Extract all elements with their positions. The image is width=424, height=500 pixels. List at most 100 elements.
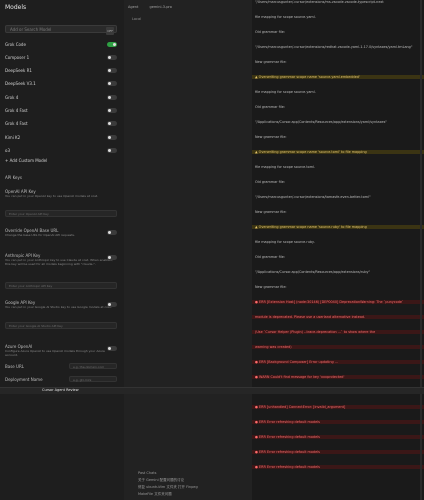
azure-section: Azure OpenAI Configure Azure OpenAI to u… [5,344,117,357]
log-text: "/Applications/Cursor.app/Contents/Resou… [255,270,371,274]
log-text: (Use `Cursor Helper (Plugin) --trace-dep… [255,330,376,334]
google-toggle[interactable] [107,302,117,307]
log-text: ● ERR [Background Composer] Error updati… [255,360,338,364]
log-line: "/Applications/Cursor.app/Contents/Resou… [252,120,424,124]
log-text: New grammar file: [255,60,287,64]
log-text: ▲ Overwriting grammar scope name 'source… [255,225,367,229]
log-line: ● ERR Error refreshing default models [252,435,424,439]
model-toggle[interactable] [107,55,117,60]
toggle-knob [108,231,111,234]
model-row[interactable]: Grok Code [5,42,117,48]
model-label: Composer 1 [5,55,30,60]
google-section: Google API Key You can put in your Googl… [5,300,117,309]
console-log-pane[interactable]: "/Users/marcusgunter/.cursor/extensions/… [252,0,424,500]
model-row[interactable]: Grok 4 [5,95,117,101]
local-selector[interactable]: Local [132,17,141,21]
log-text: module is deprecated. Please use a userl… [255,315,366,319]
log-text: ● ERR Error refreshing default models [255,450,320,454]
log-text: "/Users/marcusgunter/.cursor/extensions/… [255,45,413,49]
log-text: file mapping for scope source.yaml. [255,15,316,19]
log-line: New grammar file: [252,135,424,139]
model-row[interactable]: Grok 4 Fast [5,121,117,127]
tab-model[interactable]: gemini-3-pro [150,5,172,9]
past-chat-item[interactable]: 关于 Gemini 配置问题的讨论 [138,477,198,484]
model-label: Grok 4 Fast [5,108,28,113]
log-line: warning was created) [252,345,424,349]
log-text: Old grammar file: [255,180,285,184]
model-toggle[interactable] [107,148,117,153]
anthropic-api-key-input[interactable]: Enter your Anthropic API Key [5,282,117,289]
log-line: ● ERR [Extension Host] (node:30146) [DEP… [252,300,424,304]
model-toggle[interactable] [107,68,117,73]
api-keys-header[interactable]: API Keys [5,175,117,180]
model-toggle[interactable] [107,121,117,126]
log-text: ▲ Overwriting grammar scope name 'source… [255,75,360,79]
log-line: ● ERR [Background Composer] Error updati… [252,360,424,364]
past-chats-list: Past Chats 关于 Gemini 配置问题的讨论 修复 ubuntuVi… [138,470,198,498]
log-line: file mapping for scope source.toml. [252,165,424,169]
log-line: "/Users/marcusgunter/.cursor/extensions/… [252,195,424,199]
model-toggle[interactable] [107,42,117,47]
log-text: warning was created) [255,345,292,349]
toggle-knob [108,347,111,350]
log-line: Old grammar file: [252,30,424,34]
log-text: "/Users/marcusgunter/.cursor/extensions/… [255,0,384,4]
log-text: "/Applications/Cursor.app/Contents/Resou… [255,120,387,124]
model-row[interactable]: DeepSeek R1 [5,68,117,74]
log-text: ▲ Overwriting grammar scope name 'source… [255,150,367,154]
log-text: ● ERR [unhandled] ConnectError: [invalid… [255,405,346,409]
past-chat-item[interactable]: 修复 ubuntuVim 文件夹 打开 Finpeg [138,484,198,491]
log-line: Old grammar file: [252,105,424,109]
add-custom-model-button[interactable]: + Add Custom Model [5,158,47,163]
toggle-knob [108,122,111,125]
model-label: DeepSeek R1 [5,68,32,73]
anthropic-description: You can put in your Anthropic key to use… [5,258,113,266]
toggle-knob [108,149,111,152]
deployment-input[interactable]: e.g. gtr-mini [69,376,117,382]
log-text: ● ERR Error refreshing default models [255,420,320,424]
log-line: New grammar file: [252,210,424,214]
toggle-knob [108,56,111,59]
tab-agent[interactable]: Agent [128,5,138,9]
toggle-knob [108,303,111,306]
model-row[interactable]: o3 [5,148,117,154]
model-row[interactable]: Composer 1 [5,55,117,61]
model-toggle[interactable] [107,108,117,113]
override-base-url-toggle[interactable] [107,230,117,235]
model-label: DeepSeek V3.1 [5,81,36,86]
model-row[interactable]: DeepSeek V3.1 [5,81,117,87]
openai-api-key-input[interactable]: Enter your OpenAI API Key [5,210,117,217]
log-line: Old grammar file: [252,255,424,259]
log-text: ● ERR Error refreshing default models [255,435,320,439]
model-label: Kimi K2 [5,135,21,140]
model-toggle[interactable] [107,135,117,140]
toggle-knob [108,256,111,259]
log-line: ▲ Overwriting grammar scope name 'source… [252,75,424,79]
log-text: New grammar file: [255,285,287,289]
model-toggle[interactable] [107,95,117,100]
azure-toggle[interactable] [107,346,117,351]
search-input[interactable]: Add or Search Model OFF [5,25,117,35]
google-api-key-input[interactable]: Enter your Google AI Studio API Key [5,322,117,329]
model-row[interactable]: Kimi K2 [5,135,117,141]
base-url-input[interactable]: e.g. the-domain.com [69,363,117,369]
past-chat-item[interactable]: MakeFile 文件夹问题 [138,491,198,498]
log-line: "/Users/marcusgunter/.cursor/extensions/… [252,45,424,49]
model-toggle[interactable] [107,81,117,86]
log-line: ▲ Overwriting grammar scope name 'source… [252,225,424,229]
log-line: (Use `Cursor Helper (Plugin) --trace-dep… [252,330,424,334]
log-scrollbar[interactable] [420,0,422,500]
agent-tab-bar: Agent gemini-3-pro [128,5,172,9]
cursor-agent-review-label[interactable]: Cursor Agent Review [42,388,79,392]
log-line: ● ERR Error refreshing default models [252,420,424,424]
toggle-knob [108,136,111,139]
log-text: New grammar file: [255,135,287,139]
override-description: Change the base URL for OpenAI API reque… [5,233,75,237]
openai-description: You can put in your OpenAI key to use Op… [5,194,99,198]
model-label: Grok Code [5,42,26,47]
log-text: Old grammar file: [255,255,285,259]
log-line: ● ERR Error refreshing default models [252,465,424,469]
anthropic-toggle[interactable] [107,255,117,260]
log-text: ● ERR Error refreshing default models [255,465,320,469]
model-row[interactable]: Grok 4 Fast [5,108,117,114]
